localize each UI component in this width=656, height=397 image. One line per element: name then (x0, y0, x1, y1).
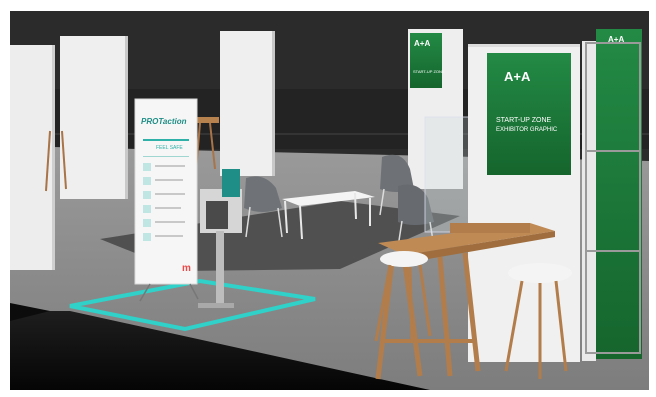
main-panel-subtitle: START-UP ZONE (496, 117, 552, 124)
column-left (10, 45, 52, 270)
kiosk-sign (222, 169, 240, 197)
column-3 (220, 31, 272, 176)
right-green-column (596, 29, 642, 359)
rollup-m-logo-icon: m (182, 263, 191, 274)
booth-render: A+A START-UP ZONE EXHIBITOR GRAPHIC A+A … (10, 11, 649, 390)
glass-partition (424, 116, 471, 233)
kiosk-screen (206, 201, 228, 229)
small-panel-logo: A+A (414, 39, 431, 48)
main-panel-logo: A+A (504, 69, 531, 84)
main-panel-caption: EXHIBITOR GRAPHIC (496, 127, 558, 133)
rollup-heading: FEEL SAFE (156, 145, 183, 151)
right-panel-logo: A+A (608, 35, 625, 44)
column-2 (60, 36, 125, 199)
small-panel-subtitle: START-UP ZONE (413, 69, 445, 74)
rollup-brand: PROTaction (141, 117, 187, 126)
booth-scene (10, 11, 649, 390)
